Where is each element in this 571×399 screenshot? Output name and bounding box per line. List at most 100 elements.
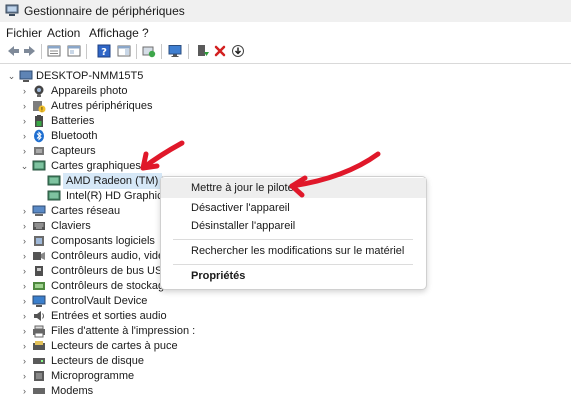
menu-item-label: Propriétés	[191, 270, 246, 282]
storage-controller-icon	[33, 282, 45, 290]
chevron-right-icon[interactable]: ›	[20, 220, 29, 232]
menu-separator	[173, 239, 413, 240]
properties-view-icon[interactable]	[46, 43, 62, 59]
camera-icon	[34, 85, 44, 97]
menu-uninstall-device[interactable]: Désinstaller l'appareil	[161, 216, 426, 236]
controlvault-device-icon	[32, 295, 46, 307]
modem-icon	[33, 388, 45, 394]
tree-item-bluetooth[interactable]: › Bluetooth	[0, 129, 571, 144]
tree-item-autres-peripheriques[interactable]: › ! Autres périphériques	[0, 99, 571, 114]
tree-item-batteries[interactable]: › Batteries	[0, 114, 571, 129]
network-adapter-icon	[32, 205, 46, 216]
tree-item-label: Capteurs	[51, 145, 96, 157]
chevron-right-icon[interactable]: ›	[20, 295, 29, 307]
firmware-icon	[34, 371, 44, 381]
computer-name: DESKTOP-NMM15T5	[36, 70, 144, 82]
unknown-device-icon: !	[33, 101, 46, 114]
tree-item-label: Contrôleurs de bus USB	[51, 265, 170, 277]
printer-icon	[33, 325, 45, 338]
computer-icon	[19, 70, 33, 82]
menu-item-label: Désinstaller l'appareil	[191, 220, 296, 232]
chevron-right-icon[interactable]: ›	[20, 385, 29, 397]
tree-item-capteurs[interactable]: › Capteurs	[0, 144, 571, 159]
tree-item-label: Lecteurs de cartes à puce	[51, 340, 178, 352]
chevron-right-icon[interactable]: ›	[20, 265, 29, 277]
menu-fichier[interactable]: Fichier	[6, 26, 42, 40]
chevron-right-icon[interactable]: ›	[20, 130, 29, 142]
chevron-right-icon[interactable]: ›	[20, 115, 29, 127]
display-adapter-icon	[47, 190, 61, 201]
back-arrow-icon[interactable]	[5, 43, 21, 59]
tree-item-label: Entrées et sorties audio	[51, 310, 167, 322]
software-component-icon	[34, 236, 44, 246]
tree-root[interactable]: ⌄ DESKTOP-NMM15T5	[0, 69, 571, 84]
chevron-right-icon[interactable]: ›	[20, 370, 29, 382]
device-manager-icon	[5, 4, 19, 16]
menu-scan-hardware-changes[interactable]: Rechercher les modifications sur le maté…	[161, 241, 426, 261]
menu-action[interactable]: Action	[47, 26, 80, 40]
tree-item-entrees-sorties-audio[interactable]: › Entrées et sorties audio	[0, 309, 571, 324]
chevron-right-icon[interactable]: ›	[20, 250, 29, 262]
tree-item-label: Bluetooth	[51, 130, 98, 142]
menu-item-label: Rechercher les modifications sur le maté…	[191, 245, 405, 257]
menu-properties[interactable]: Propriétés	[161, 266, 426, 286]
tree-item-label: Contrôleurs audio, vidéo	[51, 250, 171, 262]
chevron-right-icon[interactable]: ›	[20, 145, 29, 157]
chevron-down-icon[interactable]: ⌄	[20, 160, 29, 172]
tree-item-controlvault[interactable]: › ControlVault Device	[0, 294, 571, 309]
tree-item-label: Lecteurs de disque	[51, 355, 144, 367]
keyboard-icon	[33, 222, 45, 230]
svg-text:!: !	[41, 107, 43, 114]
window-icon[interactable]	[66, 43, 82, 59]
chevron-right-icon[interactable]: ›	[20, 280, 29, 292]
chevron-right-icon[interactable]: ›	[20, 355, 29, 367]
menu-item-label: Mettre à jour le pilote	[191, 182, 294, 194]
chevron-right-icon[interactable]: ›	[20, 235, 29, 247]
window-title: Gestionnaire de périphériques	[24, 4, 185, 18]
tree-item-lecteurs-disque[interactable]: › Lecteurs de disque	[0, 354, 571, 369]
tree-item-label: Cartes réseau	[51, 205, 121, 217]
toolbar-separator	[136, 44, 137, 59]
toolbar-divider	[0, 63, 571, 64]
uninstall-x-icon[interactable]	[212, 43, 228, 59]
tree-item-appareils-photo[interactable]: › Appareils photo	[0, 84, 571, 99]
context-menu: Mettre à jour le pilote Désactiver l'app…	[160, 176, 427, 290]
tree-item-label: Appareils photo	[51, 85, 128, 97]
chevron-right-icon[interactable]: ›	[20, 310, 29, 322]
tree-item-label: Batteries	[51, 115, 95, 127]
toolbar-separator	[161, 44, 162, 59]
menu-help[interactable]: ?	[142, 26, 149, 40]
panel-icon[interactable]	[116, 43, 132, 59]
svg-text:?: ?	[101, 47, 107, 58]
chevron-right-icon[interactable]: ›	[20, 325, 29, 337]
enable-device-icon[interactable]	[195, 43, 211, 59]
chevron-right-icon[interactable]: ›	[20, 100, 29, 112]
usb-icon	[35, 266, 43, 276]
speaker-icon	[34, 311, 44, 321]
toolbar-separator	[188, 44, 189, 59]
menu-item-label: Désactiver l'appareil	[191, 202, 290, 214]
monitor-icon[interactable]	[167, 43, 183, 59]
update-driver-icon[interactable]	[141, 43, 157, 59]
download-icon[interactable]	[230, 43, 246, 59]
menu-update-driver[interactable]: Mettre à jour le pilote	[161, 178, 426, 198]
tree-item-lecteurs-cartes-puce[interactable]: › Lecteurs de cartes à puce	[0, 339, 571, 354]
tree-item-files-attente-impression[interactable]: › Files d'attente à l'impression :	[0, 324, 571, 339]
forward-arrow-icon[interactable]	[22, 43, 38, 59]
tree-item-microprogramme[interactable]: › Microprogramme	[0, 369, 571, 384]
menu-affichage[interactable]: Affichage	[89, 26, 139, 40]
tree-item-label: Claviers	[51, 220, 91, 232]
tree-item-label: Cartes graphiques	[51, 160, 141, 172]
tree-item-modems[interactable]: › Modems	[0, 384, 571, 399]
tree-item-label: ControlVault Device	[51, 295, 148, 307]
toolbar-separator	[41, 44, 42, 59]
sensor-icon	[34, 147, 44, 155]
chevron-right-icon[interactable]: ›	[20, 85, 29, 97]
tree-item-cartes-graphiques[interactable]: ⌄ Cartes graphiques	[0, 159, 571, 174]
help-icon[interactable]: ?	[96, 43, 112, 59]
chevron-right-icon[interactable]: ›	[20, 205, 29, 217]
chevron-down-icon[interactable]: ⌄	[7, 70, 16, 82]
menu-disable-device[interactable]: Désactiver l'appareil	[161, 198, 426, 218]
tree-item-label: Modems	[51, 385, 94, 397]
chevron-right-icon[interactable]: ›	[20, 340, 29, 352]
